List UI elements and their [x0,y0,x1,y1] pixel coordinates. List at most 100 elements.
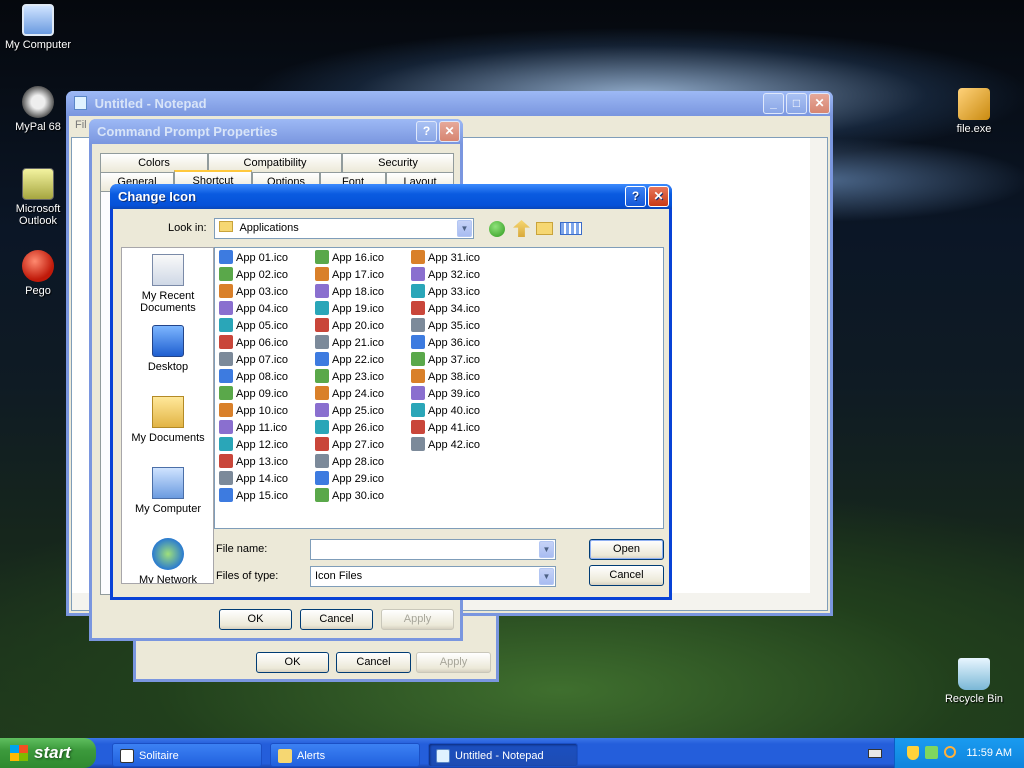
cmd-properties-titlebar[interactable]: Command Prompt Properties ? ✕ [89,119,463,144]
desktop-icon-outlook[interactable]: Microsoft Outlook [0,168,76,227]
background-ok-button[interactable]: OK [256,652,329,673]
file-item[interactable]: App 28.ico [315,454,405,471]
chevron-down-icon[interactable]: ▼ [457,220,472,237]
file-item[interactable]: App 35.ico [411,318,501,335]
open-button[interactable]: Open [589,539,664,560]
file-item[interactable]: App 33.ico [411,284,501,301]
file-item[interactable]: App 38.ico [411,369,501,386]
file-item[interactable]: App 41.ico [411,420,501,437]
background-cancel-button[interactable]: Cancel [336,652,411,673]
file-item[interactable]: App 14.ico [219,471,309,488]
file-item[interactable]: App 15.ico [219,488,309,505]
file-item[interactable]: App 10.ico [219,403,309,420]
place-desktop[interactable]: Desktop [122,325,213,373]
maximize-button[interactable]: □ [786,93,807,114]
place-my-computer[interactable]: My Computer [122,467,213,515]
notepad-titlebar[interactable]: Untitled - Notepad _ □ ✕ [66,91,833,116]
apply-button[interactable]: Apply [381,609,454,630]
file-item[interactable]: App 11.ico [219,420,309,437]
file-item[interactable]: App 23.ico [315,369,405,386]
file-item[interactable]: App 05.ico [219,318,309,335]
file-item[interactable]: App 25.ico [315,403,405,420]
file-item[interactable]: App 01.ico [219,250,309,267]
back-icon[interactable] [489,221,505,237]
place-my-documents[interactable]: My Documents [122,396,213,444]
file-item[interactable]: App 03.ico [219,284,309,301]
file-item[interactable]: App 27.ico [315,437,405,454]
file-item[interactable]: App 36.ico [411,335,501,352]
file-item[interactable]: App 37.ico [411,352,501,369]
close-button[interactable]: ✕ [439,121,460,142]
help-button[interactable]: ? [416,121,437,142]
file-item[interactable]: App 12.ico [219,437,309,454]
network-icon [152,538,184,570]
search-icon[interactable] [944,746,956,758]
desktop-icon-mypal[interactable]: MyPal 68 [0,86,76,133]
file-item[interactable]: App 16.ico [315,250,405,267]
desktop-icon-recycle-bin[interactable]: Recycle Bin [936,658,1012,705]
ico-file-icon [219,267,233,281]
file-item[interactable]: App 24.ico [315,386,405,403]
file-item[interactable]: App 02.ico [219,267,309,284]
place-my-network[interactable]: My Network [122,538,213,583]
file-item[interactable]: App 07.ico [219,352,309,369]
file-item[interactable]: App 31.ico [411,250,501,267]
ico-file-icon [315,454,329,468]
desktop-icon-pego[interactable]: Pego [0,250,76,297]
ok-button[interactable]: OK [219,609,292,630]
close-button[interactable]: ✕ [809,93,830,114]
security-shield-icon[interactable] [907,746,919,760]
chevron-down-icon[interactable]: ▼ [539,541,554,558]
file-item[interactable]: App 22.ico [315,352,405,369]
clock[interactable]: 11:59 AM [966,738,1012,768]
pego-icon [22,250,54,282]
file-item[interactable]: App 32.ico [411,267,501,284]
file-item[interactable]: App 06.ico [219,335,309,352]
taskbar-item-alerts[interactable]: Alerts [270,743,420,767]
cancel-button[interactable]: Cancel [589,565,664,586]
file-item[interactable]: App 29.ico [315,471,405,488]
file-item[interactable]: App 18.ico [315,284,405,301]
file-item[interactable]: App 30.ico [315,488,405,505]
look-in-dropdown[interactable]: Applications ▼ [214,218,474,239]
file-item[interactable]: App 26.ico [315,420,405,437]
cancel-button[interactable]: Cancel [300,609,373,630]
change-icon-titlebar[interactable]: Change Icon ? ✕ [110,184,672,209]
file-item[interactable]: App 20.ico [315,318,405,335]
file-list[interactable]: App 01.ico App 02.ico App 03.ico App 04.ico… [214,247,664,529]
help-button[interactable]: ? [625,186,646,207]
files-of-type-dropdown[interactable]: Icon Files ▼ [310,566,556,587]
vertical-scrollbar[interactable] [810,138,827,593]
ico-file-icon [219,488,233,502]
desktop-icon-file-exe[interactable]: file.exe [936,88,1012,135]
up-folder-icon[interactable] [513,220,530,237]
keyboard-icon[interactable] [868,749,882,758]
file-item[interactable]: App 39.ico [411,386,501,403]
view-menu-icon[interactable] [560,222,582,235]
file-item[interactable]: App 34.ico [411,301,501,318]
new-folder-icon[interactable] [536,222,553,235]
file-name-input[interactable]: ▼ [310,539,556,560]
taskbar-item-solitaire[interactable]: Solitaire [112,743,262,767]
file-item[interactable]: App 13.ico [219,454,309,471]
taskbar-item-notepad[interactable]: Untitled - Notepad [428,743,578,767]
desktop-icon-my-computer[interactable]: My Computer [0,4,76,51]
tab-security[interactable]: Security [342,153,454,172]
file-item[interactable]: App 21.ico [315,335,405,352]
network-tray-icon[interactable] [925,746,938,759]
file-item[interactable]: App 40.ico [411,403,501,420]
file-item[interactable]: App 08.ico [219,369,309,386]
file-item[interactable]: App 17.ico [315,267,405,284]
background-apply-button[interactable]: Apply [416,652,491,673]
raccoon-icon [22,86,54,118]
chevron-down-icon[interactable]: ▼ [539,568,554,585]
file-item[interactable]: App 42.ico [411,437,501,454]
menu-file[interactable]: Fil [75,119,87,131]
start-button[interactable]: start [0,738,96,768]
file-item[interactable]: App 19.ico [315,301,405,318]
file-item[interactable]: App 09.ico [219,386,309,403]
place-my-recent-documents[interactable]: My Recent Documents [122,254,213,314]
file-item[interactable]: App 04.ico [219,301,309,318]
minimize-button[interactable]: _ [763,93,784,114]
close-button[interactable]: ✕ [648,186,669,207]
